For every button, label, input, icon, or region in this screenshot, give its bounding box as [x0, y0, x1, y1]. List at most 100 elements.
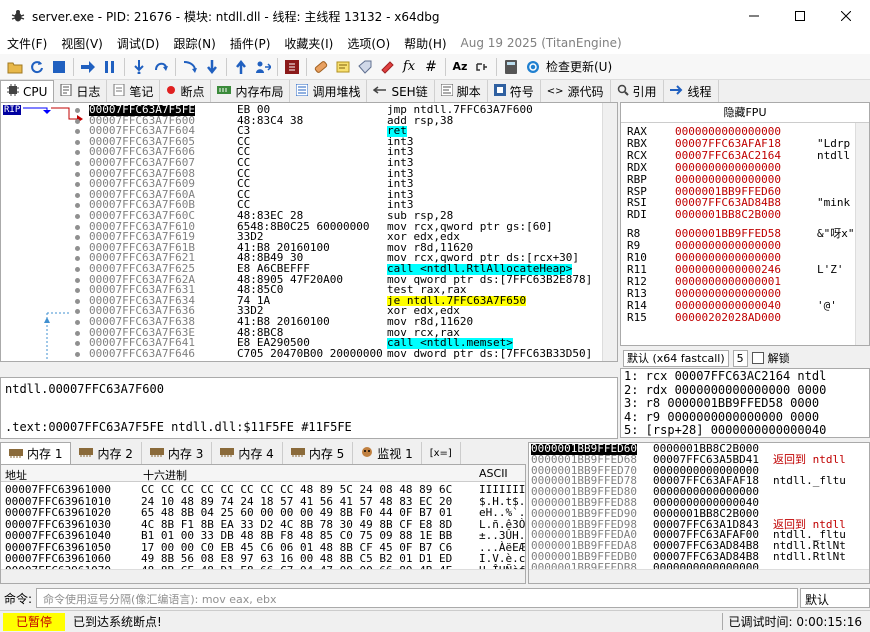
check-update-button[interactable]: 检查更新(U) — [546, 58, 612, 75]
tab-symbols[interactable]: 符号 — [488, 80, 541, 102]
pause-icon[interactable] — [99, 56, 121, 78]
close-debuggee-icon[interactable] — [48, 56, 70, 78]
tab-notes[interactable]: 笔记 — [107, 80, 161, 102]
register-comment: ntdll — [817, 148, 851, 162]
disassembly-view[interactable]: RIP 00007FFC63A7F5FE EB 00 jmp ntdll.7FFC6… — [0, 102, 618, 362]
menu-options[interactable]: 选项(O) — [340, 35, 397, 52]
breakpoint-dot[interactable] — [75, 330, 80, 336]
breakpoint-dot[interactable] — [75, 320, 80, 325]
breakpoint-dot[interactable] — [75, 118, 80, 124]
menu-view[interactable]: 视图(V) — [54, 35, 110, 52]
minimize-button[interactable] — [731, 0, 777, 32]
disassembly-scrollbar[interactable] — [602, 103, 617, 361]
register-row[interactable]: RBP 0000000000000000 — [627, 174, 857, 186]
references-icon — [617, 84, 629, 99]
menu-help[interactable]: 帮助(H) — [397, 35, 453, 52]
functions-icon[interactable]: fx — [398, 56, 420, 78]
menu-file[interactable]: 文件(F) — [0, 35, 54, 52]
comments-icon[interactable] — [332, 56, 354, 78]
tab-cpu[interactable]: CPU — [0, 80, 55, 102]
stack-view[interactable]: 0000001BB9FFED60 0000001BB8C2B000 0000001B… — [528, 442, 870, 584]
breakpoint-dot[interactable] — [75, 224, 80, 230]
breakpoint-dot[interactable] — [75, 267, 80, 272]
calculator-icon[interactable] — [500, 56, 522, 78]
dump-tabs: 内存 1 内存 2 内存 3 内存 4 内存 5 监视 1 [x=] — [0, 442, 526, 464]
dump-tab-4[interactable]: 内存 4 — [212, 442, 283, 464]
tab-memory-map[interactable]: 内存布局 — [211, 80, 291, 102]
register-value: 00007FFC63AC2164 — [675, 148, 781, 162]
breakpoint-dot[interactable] — [75, 108, 80, 113]
disasm-row[interactable]: 00007FFC63A7F646 C705 20470B00 20000000 mo… — [87, 348, 602, 360]
dump-tab-1[interactable]: 内存 1 — [0, 442, 72, 464]
dump-tab-7[interactable]: [x=] — [422, 442, 461, 464]
register-row[interactable]: R14 0000000000000040 '@' — [627, 300, 857, 312]
hash-icon[interactable]: # — [420, 56, 442, 78]
registers-panel[interactable]: 隐藏FPU RAX 0000000000000000 RBX 00007FFC63AF… — [620, 102, 870, 346]
menu-plugins[interactable]: 插件(P) — [223, 35, 278, 52]
step-over-icon[interactable] — [150, 56, 172, 78]
tab-threads[interactable]: 线程 — [664, 80, 719, 102]
execute-till-return-icon[interactable] — [230, 56, 252, 78]
breakpoint-dot[interactable] — [75, 351, 80, 357]
restart-icon[interactable] — [26, 56, 48, 78]
tab-seh[interactable]: SEH链 — [367, 80, 435, 102]
arg-count-spinner[interactable]: 5 — [732, 349, 748, 367]
tab-source[interactable]: <> 源代码 — [541, 80, 611, 102]
arguments-panel[interactable]: 1: rcx 00007FFC63AC2164 ntdl 2: rdx 00000… — [620, 368, 870, 438]
scylla-icon[interactable] — [281, 56, 303, 78]
tab-breakpoints[interactable]: 断点 — [160, 80, 212, 102]
strings-icon[interactable] — [471, 56, 493, 78]
command-mode-select[interactable]: 默认 — [800, 588, 870, 608]
breakpoint-dot[interactable] — [75, 245, 80, 251]
memory-dump[interactable]: 地址 十六进制 ASCII 00007FFC63961000 CC CC CC C… — [0, 464, 526, 584]
tab-script[interactable]: 脚本 — [435, 80, 488, 102]
registers-scrollbar[interactable] — [855, 123, 869, 345]
breakpoint-dot[interactable] — [75, 298, 80, 304]
run-to-user-code-icon[interactable] — [252, 56, 274, 78]
open-icon[interactable] — [4, 56, 26, 78]
trace-over-icon[interactable] — [201, 56, 223, 78]
dump-tab-3[interactable]: 内存 3 — [142, 442, 213, 464]
run-icon[interactable] — [77, 56, 99, 78]
argument-row[interactable]: 2: rdx 0000000000000000 0000 — [624, 383, 826, 397]
trace-into-icon[interactable] — [179, 56, 201, 78]
dump-tab-2[interactable]: 内存 2 — [71, 442, 142, 464]
labels-icon[interactable] — [354, 56, 376, 78]
register-row[interactable]: RDI 0000001BB8C2B000 — [627, 210, 857, 221]
dump-tab-5[interactable]: 内存 5 — [283, 442, 354, 464]
step-into-icon[interactable] — [128, 56, 150, 78]
breakpoint-dot[interactable] — [75, 139, 80, 145]
argument-row[interactable]: 4: r9 0000000000000000 0000 — [624, 410, 819, 424]
register-row[interactable]: R15 00000202028AD000 — [627, 312, 857, 324]
maximize-button[interactable] — [777, 0, 823, 32]
menu-debug[interactable]: 调试(D) — [110, 35, 167, 52]
memory-icon — [290, 446, 305, 460]
stack-scrollbar[interactable] — [529, 569, 869, 583]
argument-row[interactable]: 3: r8 0000001BB9FFED58 0000 — [624, 397, 819, 410]
tab-references[interactable]: 引用 — [611, 80, 664, 102]
dump-scrollbar[interactable] — [1, 569, 525, 583]
breakpoint-dot[interactable] — [75, 161, 80, 166]
update-icon[interactable] — [522, 56, 544, 78]
menu-trace[interactable]: 跟踪(N) — [166, 35, 222, 52]
argument-row[interactable]: 5: [rsp+28] 0000000000000040 — [624, 424, 826, 437]
breakpoint-dot[interactable] — [75, 171, 80, 177]
breakpoint-dot[interactable] — [75, 277, 80, 283]
unlock-checkbox[interactable] — [751, 352, 764, 364]
breakpoint-dot[interactable] — [75, 214, 80, 219]
font-size-icon[interactable]: Az — [449, 56, 471, 78]
argument-row[interactable]: 1: rcx 00007FFC63AC2164 ntdl — [624, 370, 826, 383]
calling-convention-select[interactable]: 默认 (x64 fastcall) — [623, 349, 729, 367]
hide-fpu-button[interactable]: 隐藏FPU — [621, 103, 869, 123]
breakpoint-dot[interactable] — [75, 192, 80, 198]
breakpoint-icon — [166, 85, 176, 98]
dump-tab-6[interactable]: 监视 1 — [353, 442, 422, 464]
menu-favourites[interactable]: 收藏夹(I) — [277, 35, 340, 52]
command-input[interactable]: 命令使用逗号分隔(像汇编语言): mov eax, ebx — [36, 588, 798, 608]
memory-icon — [79, 446, 94, 460]
bookmarks-icon[interactable] — [376, 56, 398, 78]
close-button[interactable] — [823, 0, 869, 32]
tab-log[interactable]: 日志 — [54, 80, 108, 102]
tab-call-stack[interactable]: 调用堆栈 — [290, 80, 368, 102]
patch-icon[interactable] — [310, 56, 332, 78]
